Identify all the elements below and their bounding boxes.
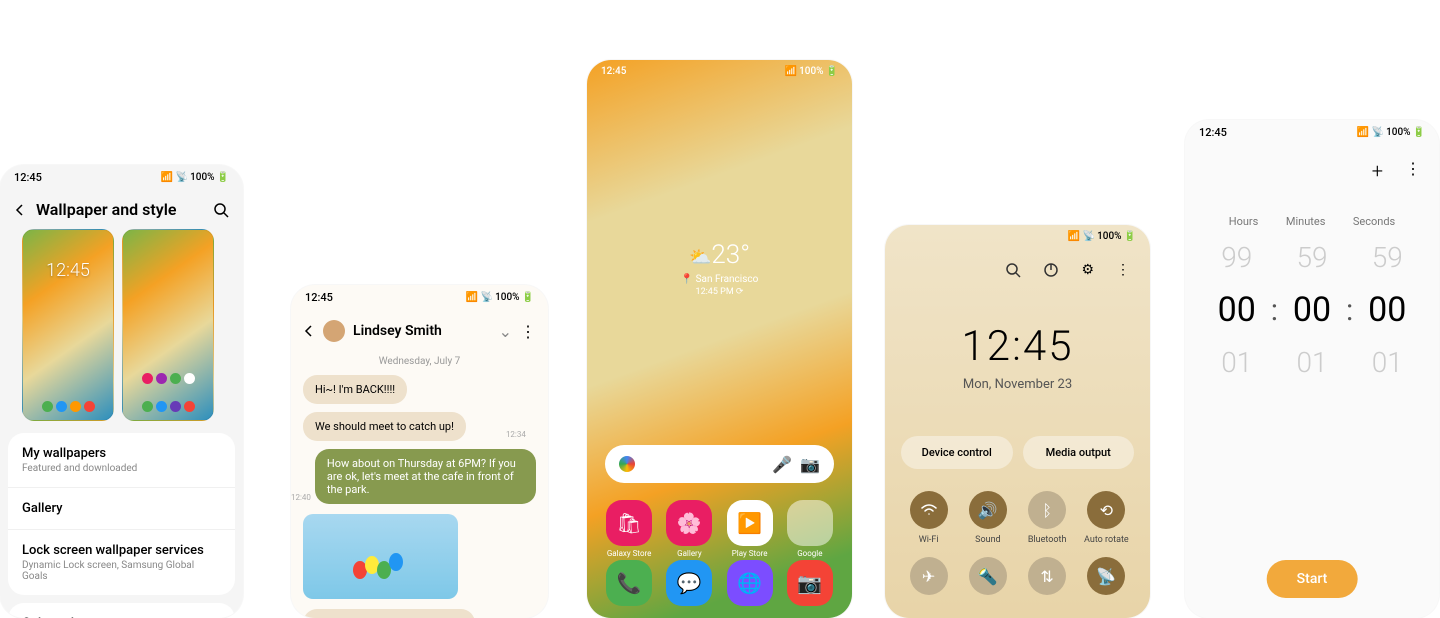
list-item-my-wallpapers[interactable]: My wallpapersFeatured and downloaded <box>8 433 235 488</box>
status-indicators: 📶 📡 100%🔋 <box>1068 231 1136 242</box>
status-time: 12:45 <box>1199 126 1227 139</box>
minutes-wheel[interactable]: 59 00 01 <box>1278 234 1346 387</box>
timer-screen: 12:45 📶 📡 100%🔋 + ⋮ Hours Minutes Second… <box>1185 120 1439 618</box>
temperature: 23° <box>711 240 750 270</box>
message-bubble-in[interactable]: Hi~! I'm BACK!!!! <box>303 375 407 404</box>
contact-name[interactable]: Lindsey Smith <box>353 323 491 339</box>
media-output-button[interactable]: Media output <box>1023 436 1135 469</box>
app-row: 🛍Galaxy Store 🌸Gallery ▶️Play Store Goog… <box>587 500 852 558</box>
power-icon[interactable] <box>1043 262 1059 278</box>
search-icon[interactable] <box>1005 262 1021 278</box>
more-icon[interactable]: ⋮ <box>1405 159 1421 183</box>
seconds-label: Seconds <box>1353 215 1395 228</box>
wallpaper-thumbnails: 12:45 <box>0 229 243 421</box>
timestamp: 12:34 <box>506 430 526 445</box>
toggle-airplane[interactable]: ✈ <box>905 557 952 595</box>
toggle-sound[interactable]: 🔊Sound <box>964 491 1011 545</box>
search-bar[interactable]: 🎤 📷 <box>605 445 834 483</box>
time-picker[interactable]: 99 00 01 : 59 00 01 : 59 00 01 <box>1185 228 1439 393</box>
homescreen-preview[interactable] <box>122 229 214 421</box>
toggle-bluetooth[interactable]: ᛒBluetooth <box>1024 491 1071 545</box>
status-indicators: 📶 📡 100%🔋 <box>466 292 534 303</box>
status-bar: 📶 📡 100%🔋 <box>885 225 1150 248</box>
lockscreen-preview[interactable]: 12:45 <box>22 229 114 421</box>
page-title: Wallpaper and style <box>36 200 203 219</box>
home-screen: 12:45 📶 100%🔋 ⛅23° 📍 San Francisco 12:45… <box>587 60 852 618</box>
google-icon <box>619 456 635 472</box>
clock-date: Mon, November 23 <box>885 377 1150 392</box>
app-gallery[interactable]: 🌸Gallery <box>666 500 712 558</box>
add-icon[interactable]: + <box>1372 159 1383 183</box>
app-camera[interactable]: 📷 <box>787 560 833 606</box>
list-item-lockscreen-services[interactable]: Lock screen wallpaper servicesDynamic Lo… <box>8 530 235 595</box>
more-icon[interactable]: ⋮ <box>1116 262 1130 278</box>
preview-time: 12:45 <box>23 260 113 281</box>
app-play-store[interactable]: ▶️Play Store <box>727 500 773 558</box>
settings-list: My wallpapersFeatured and downloaded Gal… <box>8 433 235 595</box>
message-bubble-in[interactable]: Sounds good. I'll see you then. <box>303 609 475 618</box>
status-bar: 12:45 📶 📡 100%🔋 <box>291 285 548 310</box>
app-galaxy-store[interactable]: 🛍Galaxy Store <box>606 500 652 558</box>
list-item-color-palette[interactable]: Color palette <box>8 603 235 618</box>
more-icon[interactable]: ⋮ <box>520 322 536 341</box>
time-detail: 12:45 PM ⟳ <box>587 287 852 297</box>
message-bubble-out[interactable]: How about on Thursday at 6PM? If you are… <box>315 449 536 504</box>
image-attachment[interactable] <box>303 514 458 599</box>
back-icon[interactable] <box>14 204 26 216</box>
toggle-data[interactable]: ⇅ <box>1024 557 1071 595</box>
avatar[interactable] <box>323 320 345 342</box>
quick-settings-grid: Wi-Fi 🔊Sound ᛒBluetooth ⟲Auto rotate ✈ 🔦… <box>885 491 1150 595</box>
lens-icon[interactable]: 📷 <box>800 455 820 474</box>
toggle-autorotate[interactable]: ⟲Auto rotate <box>1083 491 1130 545</box>
search-icon[interactable] <box>213 202 229 218</box>
mic-icon[interactable]: 🎤 <box>772 455 792 474</box>
app-phone[interactable]: 📞 <box>606 560 652 606</box>
status-bar: 12:45 📶 📡 100%🔋 <box>0 165 243 190</box>
list-item-gallery[interactable]: Gallery <box>8 488 235 530</box>
quick-panel-screen: 📶 📡 100%🔋 ⚙ ⋮ 12:45 Mon, November 23 Dev… <box>885 225 1150 618</box>
status-indicators: 📶 📡 100%🔋 <box>161 172 229 183</box>
status-indicators: 📶 100%🔋 <box>785 66 838 77</box>
status-time: 12:45 <box>601 66 626 77</box>
app-messages[interactable]: 💬 <box>666 560 712 606</box>
status-bar: 12:45 📶 📡 100%🔋 <box>1185 120 1439 145</box>
toggle-flashlight[interactable]: 🔦 <box>964 557 1011 595</box>
messages-screen: 12:45 📶 📡 100%🔋 Lindsey Smith ⌄ ⋮ Wednes… <box>291 285 548 618</box>
status-indicators: 📶 📡 100%🔋 <box>1357 127 1425 138</box>
weather-widget[interactable]: ⛅23° 📍 San Francisco 12:45 PM ⟳ <box>587 240 852 297</box>
toggle-rss[interactable]: 📡 <box>1083 557 1130 595</box>
location: 📍 San Francisco <box>587 274 852 285</box>
message-bubble-in[interactable]: We should meet to catch up! <box>303 412 466 441</box>
start-button[interactable]: Start <box>1267 560 1358 598</box>
hours-wheel[interactable]: 99 00 01 <box>1203 234 1271 387</box>
seconds-wheel[interactable]: 59 00 01 <box>1353 234 1421 387</box>
settings-list-2: Color palette <box>8 603 235 618</box>
clock-time: 12:45 <box>885 322 1150 371</box>
date-header: Wednesday, July 7 <box>291 352 548 371</box>
chevron-down-icon[interactable]: ⌄ <box>499 322 512 341</box>
gear-icon[interactable]: ⚙ <box>1081 262 1094 278</box>
toggle-wifi[interactable]: Wi-Fi <box>905 491 952 545</box>
app-internet[interactable]: 🌐 <box>727 560 773 606</box>
app-google-folder[interactable]: Google <box>787 500 833 558</box>
minutes-label: Minutes <box>1286 215 1326 228</box>
dock: 📞 💬 🌐 📷 <box>587 560 852 606</box>
timestamp: 12:40 <box>291 493 311 508</box>
back-icon[interactable] <box>303 325 315 337</box>
status-time: 12:45 <box>14 171 42 184</box>
wallpaper-style-screen: 12:45 📶 📡 100%🔋 Wallpaper and style 12:4… <box>0 165 243 618</box>
device-control-button[interactable]: Device control <box>901 436 1013 469</box>
time-labels: Hours Minutes Seconds <box>1185 197 1439 228</box>
status-bar: 12:45 📶 100%🔋 <box>587 60 852 83</box>
hours-label: Hours <box>1229 215 1259 228</box>
status-time: 12:45 <box>305 291 333 304</box>
